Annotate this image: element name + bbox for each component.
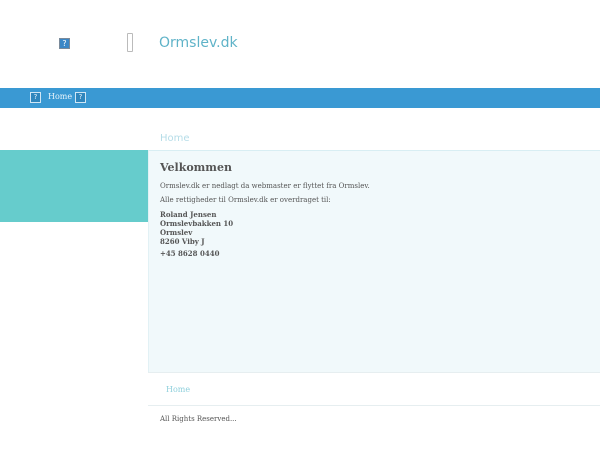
address-name: Roland Jensen (160, 210, 217, 219)
footer-nav (148, 372, 600, 406)
phone-number: +45 8628 0440 (160, 249, 220, 258)
breadcrumb: Home (160, 133, 190, 144)
broken-image-icon: ? (75, 92, 86, 103)
sidebar-panel (0, 150, 148, 222)
copyright-text: All Rights Reserved... (160, 415, 237, 423)
page-title: Velkommen (160, 161, 232, 174)
broken-image-icon: ? (30, 92, 41, 103)
main-navigation: ? Home ? (0, 88, 600, 108)
footer-home-link[interactable]: Home (166, 385, 190, 394)
site-header: ? Ormslev.dk (0, 0, 600, 88)
missing-glyph-icon (127, 33, 133, 52)
site-title[interactable]: Ormslev.dk (159, 35, 238, 51)
address-block: Roland Jensen Ormslevbakken 10 Ormslev 8… (160, 210, 233, 246)
intro-paragraph: Ormslev.dk er nedlagt da webmaster er fl… (160, 182, 370, 190)
rights-paragraph: Alle rettigheder til Ormslev.dk er overd… (160, 196, 331, 204)
broken-image-icon: ? (59, 38, 70, 49)
nav-home-link[interactable]: Home (48, 92, 72, 101)
address-postal: 8260 Viby J (160, 237, 205, 246)
address-town: Ormslev (160, 228, 193, 237)
address-street: Ormslevbakken 10 (160, 219, 234, 228)
